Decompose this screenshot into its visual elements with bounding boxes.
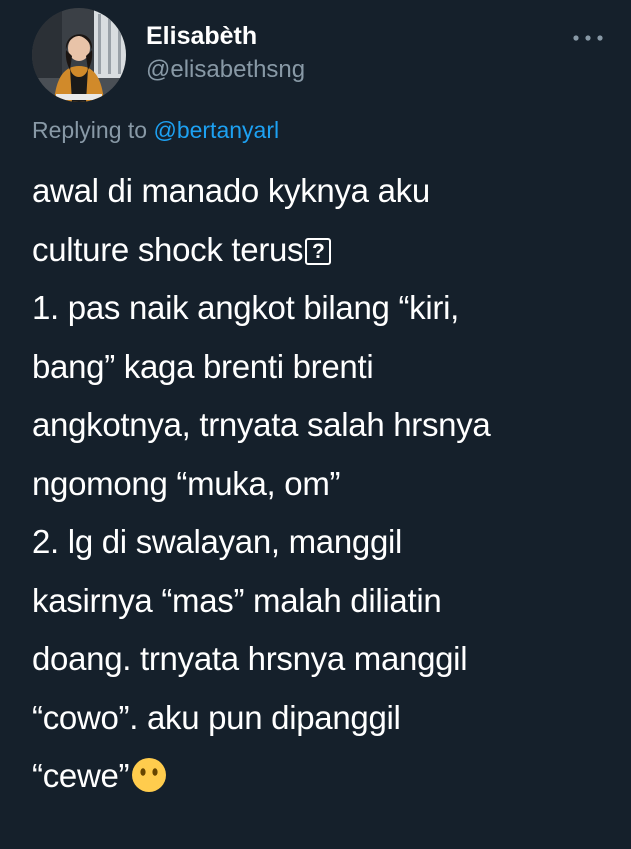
tweet-line: “cewe”	[32, 747, 612, 806]
tweet-line: 1. pas naik angkot bilang “kiri,	[32, 289, 459, 326]
tweet-line: angkotnya, trnyata salah hrsnya	[32, 406, 491, 443]
question-mark-emoji-icon: ?	[305, 237, 332, 265]
display-name[interactable]: Elisabèth	[146, 22, 257, 51]
tweet-line: kasirnya “mas” malah diliatin	[32, 581, 442, 619]
avatar-photo	[32, 8, 126, 102]
tweet-line: 2. lg di swalayan, manggil	[32, 523, 403, 560]
tweet-line: doang. trnyata hrsnya manggil	[32, 640, 468, 677]
tweet-line: culture shock terus?	[32, 221, 612, 280]
replying-to-label: Replying to	[32, 117, 148, 143]
tweet-line: ngomong “muka, om”	[32, 464, 341, 502]
tweet-line: bang” kaga brenti brenti	[32, 347, 374, 385]
more-options-button[interactable]	[568, 26, 608, 50]
tweet: Elisabèth @elisabethsng Replying to @ber…	[0, 0, 631, 849]
avatar[interactable]	[32, 8, 126, 102]
reply-target-link[interactable]: @bertanyarl	[153, 117, 279, 143]
tweet-line: awal di manado kyknya aku	[32, 172, 430, 209]
tweet-line: “cowo”. aku pun dipanggil	[32, 698, 401, 736]
user-handle[interactable]: @elisabethsng	[146, 56, 305, 84]
tweet-text: awal di manado kyknya aku culture shock …	[32, 162, 612, 806]
face-without-mouth-emoji-icon	[132, 758, 167, 792]
more-dots-icon	[573, 35, 603, 41]
replying-to: Replying to @bertanyarl	[32, 117, 279, 144]
